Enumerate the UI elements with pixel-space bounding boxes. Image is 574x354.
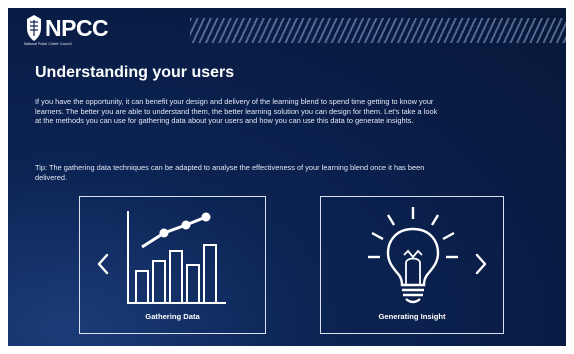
bar-chart-trend-icon: [127, 211, 226, 304]
chevron-right-icon[interactable]: [474, 252, 488, 276]
crest-icon: [27, 15, 41, 41]
intro-paragraph: If you have the opportunity, it can bene…: [35, 97, 438, 126]
gathering-data-card[interactable]: Gathering Data: [79, 196, 266, 334]
generating-insight-label: Generating Insight: [378, 312, 446, 321]
gathering-data-label: Gathering Data: [145, 312, 200, 321]
logo-text: NPCC: [45, 15, 109, 41]
header-bar: NPCC National Police Chiefs' Council: [8, 8, 566, 51]
logo-subtitle: National Police Chiefs' Council: [24, 42, 72, 46]
header-stripes: [190, 18, 566, 43]
tip-paragraph: Tip: The gathering data techniques can b…: [35, 163, 425, 182]
page-title: Understanding your users: [35, 64, 235, 81]
npcc-logo: NPCC: [24, 14, 109, 42]
lightbulb-icon: [368, 207, 458, 304]
course-slide: NPCC National Police Chiefs' Council Und…: [8, 8, 566, 346]
